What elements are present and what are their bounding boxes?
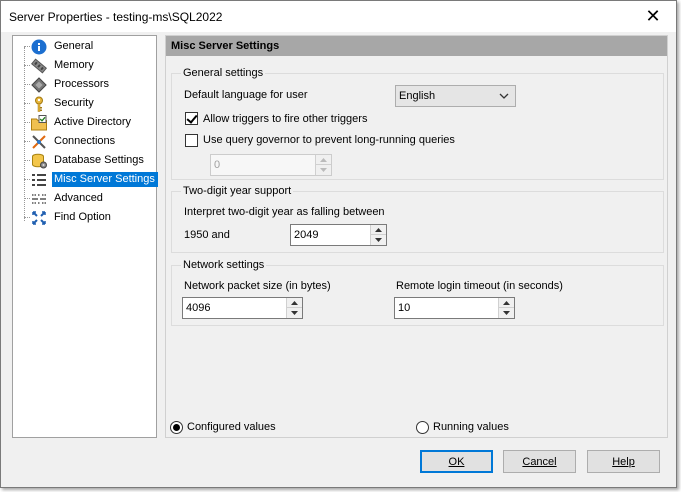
query-governor-value: 0	[214, 159, 221, 171]
close-icon: ✕	[645, 6, 661, 26]
help-button[interactable]: Help	[587, 450, 660, 473]
ok-button[interactable]: OK	[420, 450, 493, 473]
year-cutoff-stepper[interactable]: 2049	[290, 224, 387, 246]
query-governor-stepper[interactable]: 0	[210, 154, 332, 176]
window-title: Server Properties - testing-ms\SQL2022	[9, 10, 223, 24]
connections-icon	[31, 134, 47, 150]
year-cutoff-value: 2049	[294, 229, 319, 241]
cancel-button-label: Cancel	[522, 455, 557, 468]
tree-item-advanced[interactable]: Advanced	[31, 189, 106, 208]
title-bar: Server Properties - testing-ms\SQL2022 ✕	[1, 1, 676, 32]
default-language-select[interactable]: English	[395, 85, 516, 107]
packet-size-value: 4096	[186, 302, 211, 314]
tree-item-database-settings[interactable]: Database Settings	[31, 151, 147, 170]
tree-item-active-directory[interactable]: Active Directory	[31, 113, 134, 132]
tree-item-label: Misc Server Settings	[52, 172, 158, 187]
panel-title: Misc Server Settings	[171, 40, 280, 52]
query-governor-label: Use query governor to prevent long-runni…	[203, 134, 455, 146]
tree-item-connections[interactable]: Connections	[31, 132, 118, 151]
tree-item-processors[interactable]: Processors	[31, 75, 112, 94]
tree-connector	[24, 160, 30, 161]
stepper-up-button[interactable]	[316, 155, 331, 165]
group-title: Two-digit year support	[181, 185, 294, 197]
login-timeout-stepper[interactable]: 10	[394, 297, 515, 319]
tree-connector	[24, 103, 30, 104]
allow-triggers-label: Allow triggers to fire other triggers	[203, 113, 368, 125]
selected-language: English	[399, 90, 436, 102]
stepper-down-button[interactable]	[371, 235, 386, 245]
year-from-label: 1950 and	[184, 229, 230, 241]
running-values-label: Running values	[433, 421, 509, 433]
tree-item-label: Security	[54, 97, 94, 109]
advanced-icon	[31, 191, 47, 207]
tree-item-security[interactable]: Security	[31, 94, 97, 113]
key-icon	[31, 96, 47, 112]
interpret-year-label: Interpret two-digit year as falling betw…	[184, 206, 385, 218]
tree-item-label: Find Option	[54, 211, 111, 223]
packet-size-label: Network packet size (in bytes)	[184, 280, 331, 292]
general-settings-group: General settings Default language for us…	[171, 67, 664, 180]
tree-connector	[24, 84, 30, 85]
group-title: General settings	[181, 67, 266, 79]
database-icon	[31, 153, 47, 169]
tree-connector	[24, 46, 30, 47]
network-settings-group: Network settings Network packet size (in…	[171, 259, 664, 326]
default-language-label: Default language for user	[184, 89, 308, 101]
find-icon	[31, 210, 47, 226]
login-timeout-label: Remote login timeout (in seconds)	[396, 280, 563, 292]
stepper-down-button[interactable]	[499, 308, 514, 318]
memory-icon	[31, 57, 47, 74]
tree-item-label: Active Directory	[54, 116, 132, 128]
query-governor-checkbox[interactable]	[185, 134, 198, 147]
tree-connector	[24, 122, 30, 123]
group-title: Network settings	[181, 259, 267, 271]
tree-item-memory[interactable]: Memory	[31, 56, 97, 75]
stepper-up-button[interactable]	[287, 298, 302, 308]
tree-connector	[24, 65, 30, 66]
tree-connector	[24, 141, 30, 142]
tree-connector	[24, 47, 25, 221]
tree-item-general[interactable]: General	[31, 37, 96, 56]
tree-connector	[24, 198, 30, 199]
ok-button-label: OK	[448, 455, 465, 468]
stepper-up-button[interactable]	[499, 298, 514, 308]
login-timeout-value: 10	[398, 302, 411, 314]
close-button[interactable]: ✕	[630, 1, 676, 32]
help-button-label: Help	[612, 455, 635, 468]
two-digit-year-group: Two-digit year support Interpret two-dig…	[171, 185, 664, 253]
cancel-button[interactable]: Cancel	[503, 450, 576, 473]
tree-item-misc-server-settings[interactable]: Misc Server Settings	[31, 170, 158, 189]
stepper-down-button[interactable]	[287, 308, 302, 318]
tree-item-label: General	[54, 40, 94, 52]
folder-check-icon	[31, 114, 47, 131]
stepper-down-button[interactable]	[316, 165, 331, 175]
stepper-up-button[interactable]	[371, 225, 386, 235]
allow-triggers-checkbox[interactable]	[185, 112, 198, 125]
list-icon	[31, 172, 47, 188]
configured-values-radio[interactable]	[170, 421, 183, 434]
processor-icon	[31, 76, 47, 93]
tree-connector	[24, 179, 30, 180]
packet-size-stepper[interactable]: 4096	[182, 297, 303, 319]
panel-header: Misc Server Settings	[166, 36, 667, 56]
running-values-radio[interactable]	[416, 421, 429, 434]
tree-item-label: Database Settings	[54, 154, 144, 166]
tree-item-label: Processors	[54, 78, 110, 90]
server-properties-dialog: Server Properties - testing-ms\SQL2022 ✕…	[0, 0, 677, 488]
tree-item-label: Advanced	[54, 192, 103, 204]
settings-tree: General Memory Processors Security Activ…	[12, 35, 158, 438]
settings-panel: Misc Server Settings General settings De…	[165, 35, 668, 438]
tree-connector	[24, 217, 30, 218]
tree-item-label: Connections	[54, 135, 116, 147]
configured-values-label: Configured values	[187, 421, 276, 433]
chevron-down-icon	[497, 89, 511, 103]
tree-item-find-option[interactable]: Find Option	[31, 208, 114, 227]
info-icon	[31, 39, 47, 55]
tree-item-label: Memory	[54, 59, 94, 71]
